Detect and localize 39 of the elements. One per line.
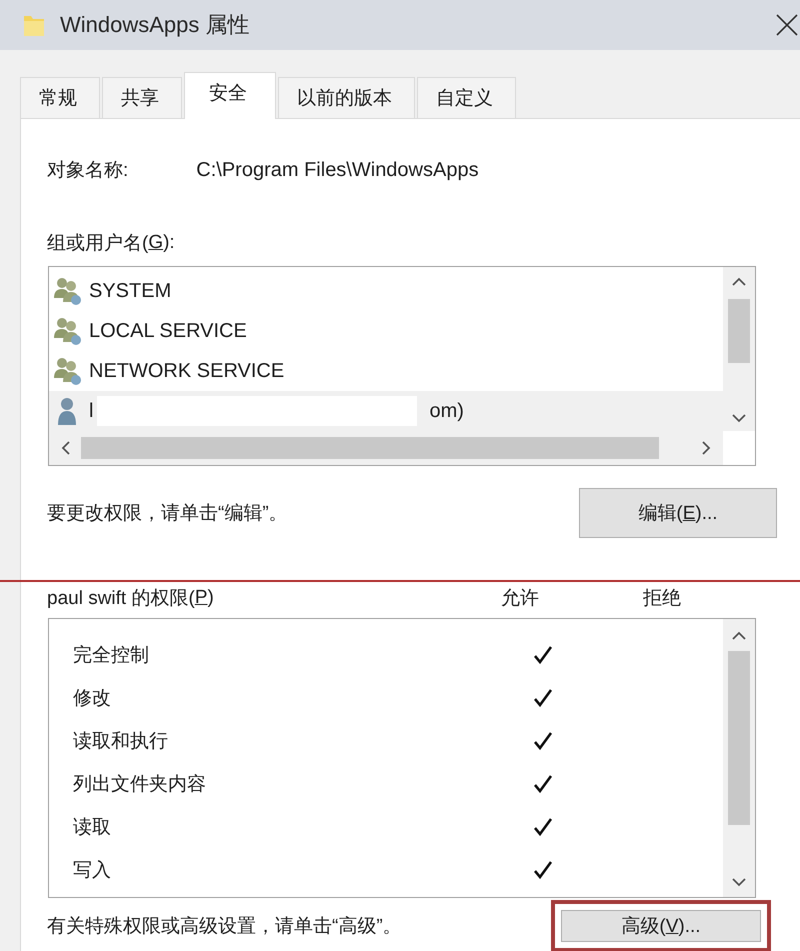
user-group-icon <box>53 276 83 306</box>
advanced-hint: 有关特殊权限或高级设置，请单击“高级”。 <box>47 915 402 939</box>
tab[interactable]: 常规 <box>20 77 100 118</box>
user-group-icon <box>53 356 83 386</box>
user-list-item[interactable]: SYSTEM <box>49 271 723 311</box>
column-header: 拒绝 <box>643 587 681 611</box>
tab[interactable]: 以前的版本 <box>278 77 415 118</box>
scrollbar-thumb[interactable] <box>81 437 659 459</box>
close-icon[interactable] <box>776 14 798 36</box>
advanced-button[interactable]: 高级(V)... <box>561 910 761 942</box>
user-list-item[interactable]: NETWORK SERVICE <box>49 351 723 391</box>
tab[interactable]: 安全 <box>184 72 276 119</box>
scrollbar-thumb[interactable] <box>728 299 750 363</box>
user-list-item[interactable]: LOCAL SERVICE <box>49 311 723 351</box>
object-name-label: 对象名称: <box>47 159 128 183</box>
tab[interactable]: 共享 <box>102 77 182 118</box>
tab[interactable]: 自定义 <box>417 77 516 118</box>
permission-name: 完全控制 <box>73 644 149 668</box>
scroll-down-icon[interactable] <box>732 413 746 423</box>
edit-hint: 要更改权限，请单击“编辑”。 <box>47 502 288 526</box>
window-title: WindowsApps 属性 <box>60 11 250 39</box>
permissions-label: paul swift 的权限(P) <box>47 586 214 611</box>
column-header: 允许 <box>501 587 539 611</box>
scrollbar-thumb[interactable] <box>728 651 750 825</box>
object-path: C:\Program Files\WindowsApps <box>196 158 479 182</box>
scroll-up-icon[interactable] <box>732 631 746 641</box>
scroll-up-icon[interactable] <box>732 277 746 287</box>
permission-name: 修改 <box>73 686 111 710</box>
scroll-right-icon[interactable] <box>701 441 711 455</box>
permission-name: 读取 <box>73 816 111 840</box>
edit-button[interactable]: 编辑(E)... <box>579 488 777 538</box>
permission-name: 读取和执行 <box>73 730 168 754</box>
groups-label: 组或用户名(G): <box>47 231 175 256</box>
permission-name: 写入 <box>73 858 111 882</box>
scroll-left-icon[interactable] <box>61 441 71 455</box>
scroll-down-icon[interactable] <box>732 877 746 887</box>
user-list-item[interactable]: l om) <box>49 391 723 431</box>
user-group-icon <box>53 316 83 346</box>
permission-name: 列出文件夹内容 <box>73 772 206 796</box>
